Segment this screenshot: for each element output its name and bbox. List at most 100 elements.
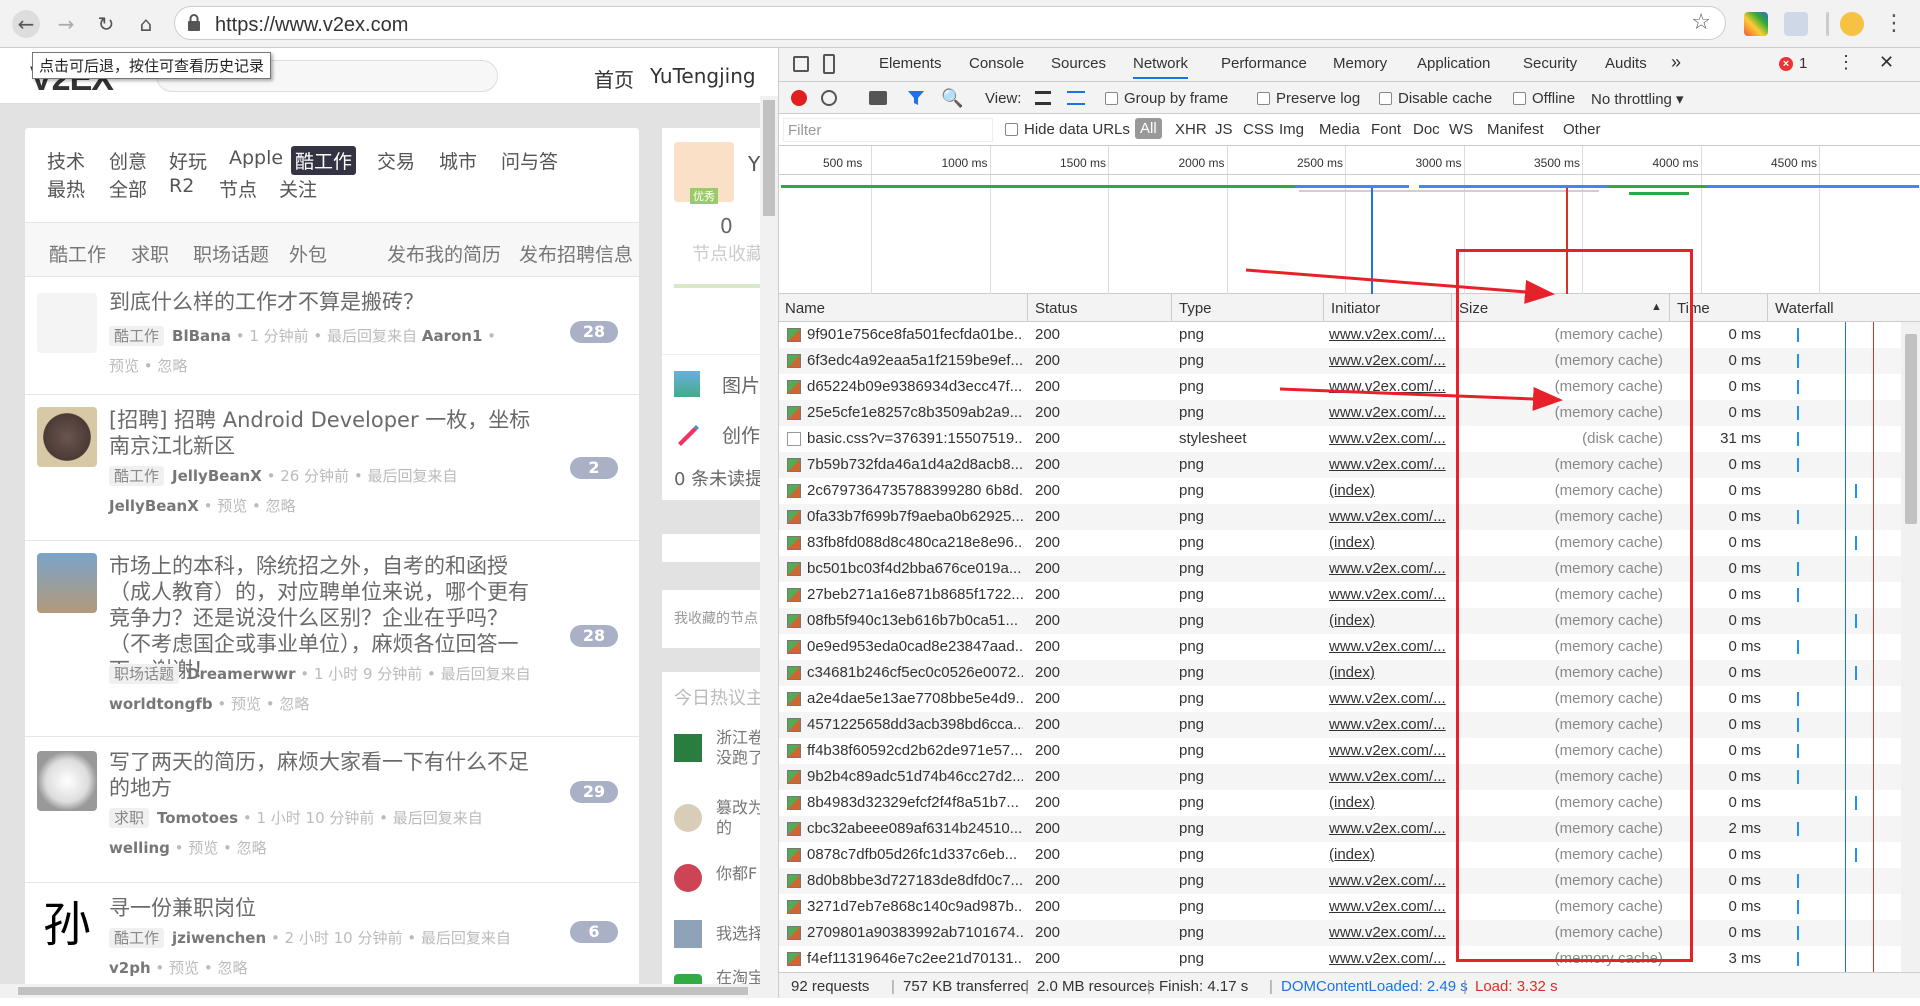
devtools-menu-icon[interactable]: ⋮ [1837,52,1855,73]
request-row[interactable]: 9b2b4c89adc51d74b46cc27d2... 200 png www.v2… [779,764,1920,790]
overview-icon[interactable] [1067,91,1085,105]
avatar[interactable] [37,407,97,467]
back-button[interactable]: ← [12,10,40,38]
topic-title[interactable]: [招聘] 招聘 Android Developer 一枚，坐标南京江北新区 [109,407,539,459]
waterfall-bar[interactable] [1797,770,1799,784]
waterfall-bar[interactable] [1797,562,1799,576]
filter-all[interactable]: All [1135,118,1162,139]
group-by-frame-checkbox[interactable]: Group by frame [1105,90,1228,107]
request-initiator[interactable]: www.v2ex.com/... [1329,326,1447,343]
reply-count[interactable]: 28 [570,625,618,647]
throttling-select[interactable]: No throttling ▾ [1591,90,1684,108]
request-initiator[interactable]: www.v2ex.com/... [1329,638,1447,655]
request-initiator[interactable]: (index) [1329,612,1447,629]
avatar[interactable] [674,974,702,984]
request-name[interactable]: 9f901e756ce8fa501fecfda01be... [807,326,1023,343]
search-icon[interactable]: 🔍 [941,88,963,109]
tab-tech[interactable]: 技术 [43,146,89,175]
topic-item[interactable]: [招聘] 招聘 Android Developer 一枚，坐标南京江北新区 酷工… [25,394,639,540]
forward-button[interactable]: → [52,10,80,38]
image-icon[interactable] [674,371,700,397]
filter-manifest[interactable]: Manifest [1487,121,1544,138]
request-initiator[interactable]: (index) [1329,846,1447,863]
request-row[interactable]: cbc32abeee089af6314b24510... 200 png www.v2… [779,816,1920,842]
request-row[interactable]: 0e9ed953eda0cad8e23847aad... 200 png www.v2… [779,634,1920,660]
request-name[interactable]: bc501bc03f4d2bba676ce019a... [807,560,1023,577]
record-button[interactable] [791,90,807,106]
horizontal-scrollbar[interactable] [0,984,778,998]
address-bar[interactable]: https://www.v2ex.com ☆ [174,6,1726,40]
tab-sources[interactable]: Sources [1051,55,1106,72]
request-initiator[interactable]: www.v2ex.com/... [1329,716,1447,733]
waterfall-bar[interactable] [1797,510,1799,524]
request-initiator[interactable]: www.v2ex.com/... [1329,378,1447,395]
hide-data-urls-checkbox[interactable]: Hide data URLs [1005,121,1130,138]
tab-jobs[interactable]: 酷工作 [291,146,357,175]
clear-button[interactable] [821,90,837,106]
extension-icon[interactable] [1744,12,1768,36]
subtab-post-job[interactable]: 发布招聘信息 [519,240,633,267]
tab-all[interactable]: 全部 [105,174,151,203]
device-toggle-icon[interactable] [823,54,835,74]
close-devtools-icon[interactable]: ✕ [1879,52,1894,73]
waterfall-bar[interactable] [1855,848,1857,862]
request-initiator[interactable]: www.v2ex.com/... [1329,898,1447,915]
subtab-workplace[interactable]: 职场话题 [193,240,269,267]
request-name[interactable]: 8b4983d32329efcf2f4f8a51b7... [807,794,1023,811]
waterfall-bar[interactable] [1797,744,1799,758]
tab-console[interactable]: Console [969,55,1024,72]
preserve-log-checkbox[interactable]: Preserve log [1257,90,1360,107]
offline-checkbox[interactable]: Offline [1513,90,1575,107]
request-row[interactable]: 6f3edc4a92eaa5a1f2159be9ef... 200 png www.v… [779,348,1920,374]
request-row[interactable]: 8b4983d32329efcf2f4f8a51b7... 200 png (inde… [779,790,1920,816]
tab-fun[interactable]: 好玩 [165,146,211,175]
request-row[interactable]: 08fb5f940c13eb616b7b0ca51... 200 png (index… [779,608,1920,634]
request-initiator[interactable]: www.v2ex.com/... [1329,456,1447,473]
filter-js[interactable]: JS [1215,121,1233,138]
reload-button[interactable]: ↻ [92,10,120,38]
request-initiator[interactable]: www.v2ex.com/... [1329,872,1447,889]
topic-title[interactable]: 写了两天的简历，麻烦大家看一下有什么不足的地方 [109,749,539,801]
request-name[interactable]: 08fb5f940c13eb616b7b0ca51... [807,612,1023,629]
col-size[interactable]: Size [1459,300,1488,317]
request-row[interactable]: 27beb271a16e871b8685f1722... 200 png www.v2… [779,582,1920,608]
request-initiator[interactable]: www.v2ex.com/... [1329,768,1447,785]
tab-audits[interactable]: Audits [1605,55,1647,72]
large-rows-icon[interactable] [1035,91,1051,105]
request-name[interactable]: 4571225658dd3acb398bd6cca... [807,716,1023,733]
request-name[interactable]: 0878c7dfb05d26fc1d337c6eb... [807,846,1023,863]
avatar[interactable] [674,920,702,948]
tab-city[interactable]: 城市 [435,146,481,175]
filter-input[interactable]: Filter [783,118,993,142]
waterfall-bar[interactable] [1855,666,1857,680]
request-name[interactable]: 3271d7eb7e868c140c9ad987b... [807,898,1023,915]
request-name[interactable]: 27beb271a16e871b8685f1722... [807,586,1023,603]
tab-hot[interactable]: 最热 [43,174,89,203]
fav-count[interactable]: 0 [720,214,733,238]
request-initiator[interactable]: www.v2ex.com/... [1329,690,1447,707]
topic-title[interactable]: 到底什么样的工作才不算是搬砖？ [109,289,539,315]
request-initiator[interactable]: www.v2ex.com/... [1329,924,1447,941]
filter-xhr[interactable]: XHR [1175,121,1207,138]
waterfall-bar[interactable] [1797,640,1799,654]
request-row[interactable]: 9f901e756ce8fa501fecfda01be... 200 png www.… [779,322,1920,348]
waterfall-bar[interactable] [1797,380,1799,394]
request-initiator[interactable]: (index) [1329,794,1447,811]
request-row[interactable]: 2c6797364735788399280 6b8d... 200 png (inde… [779,478,1920,504]
request-row[interactable]: 8d0b8bbe3d727183de8dfd0c7... 200 png www.v2… [779,868,1920,894]
inspect-icon[interactable] [793,56,809,72]
waterfall-bar[interactable] [1797,406,1799,420]
waterfall-bar[interactable] [1797,458,1799,472]
disable-cache-checkbox[interactable]: Disable cache [1379,90,1492,107]
request-name[interactable]: basic.css?v=376391:15507519... [807,430,1023,447]
request-initiator[interactable]: www.v2ex.com/... [1329,404,1447,421]
request-row[interactable]: 4571225658dd3acb398bd6cca... 200 png www.v2… [779,712,1920,738]
col-time[interactable]: Time [1677,300,1710,317]
request-initiator[interactable]: (index) [1329,534,1447,551]
request-row[interactable]: d65224b09e9386934d3ecc47f... 200 png www.v2… [779,374,1920,400]
menu-icon[interactable]: ⋮ [1882,12,1906,36]
request-row[interactable]: c34681b246cf5ec0c0526e0072... 200 png (inde… [779,660,1920,686]
request-name[interactable]: 6f3edc4a92eaa5a1f2159be9ef... [807,352,1023,369]
request-row[interactable]: 0fa33b7f699b7f9aeba0b62925... 200 png www.v… [779,504,1920,530]
request-name[interactable]: cbc32abeee089af6314b24510... [807,820,1023,837]
